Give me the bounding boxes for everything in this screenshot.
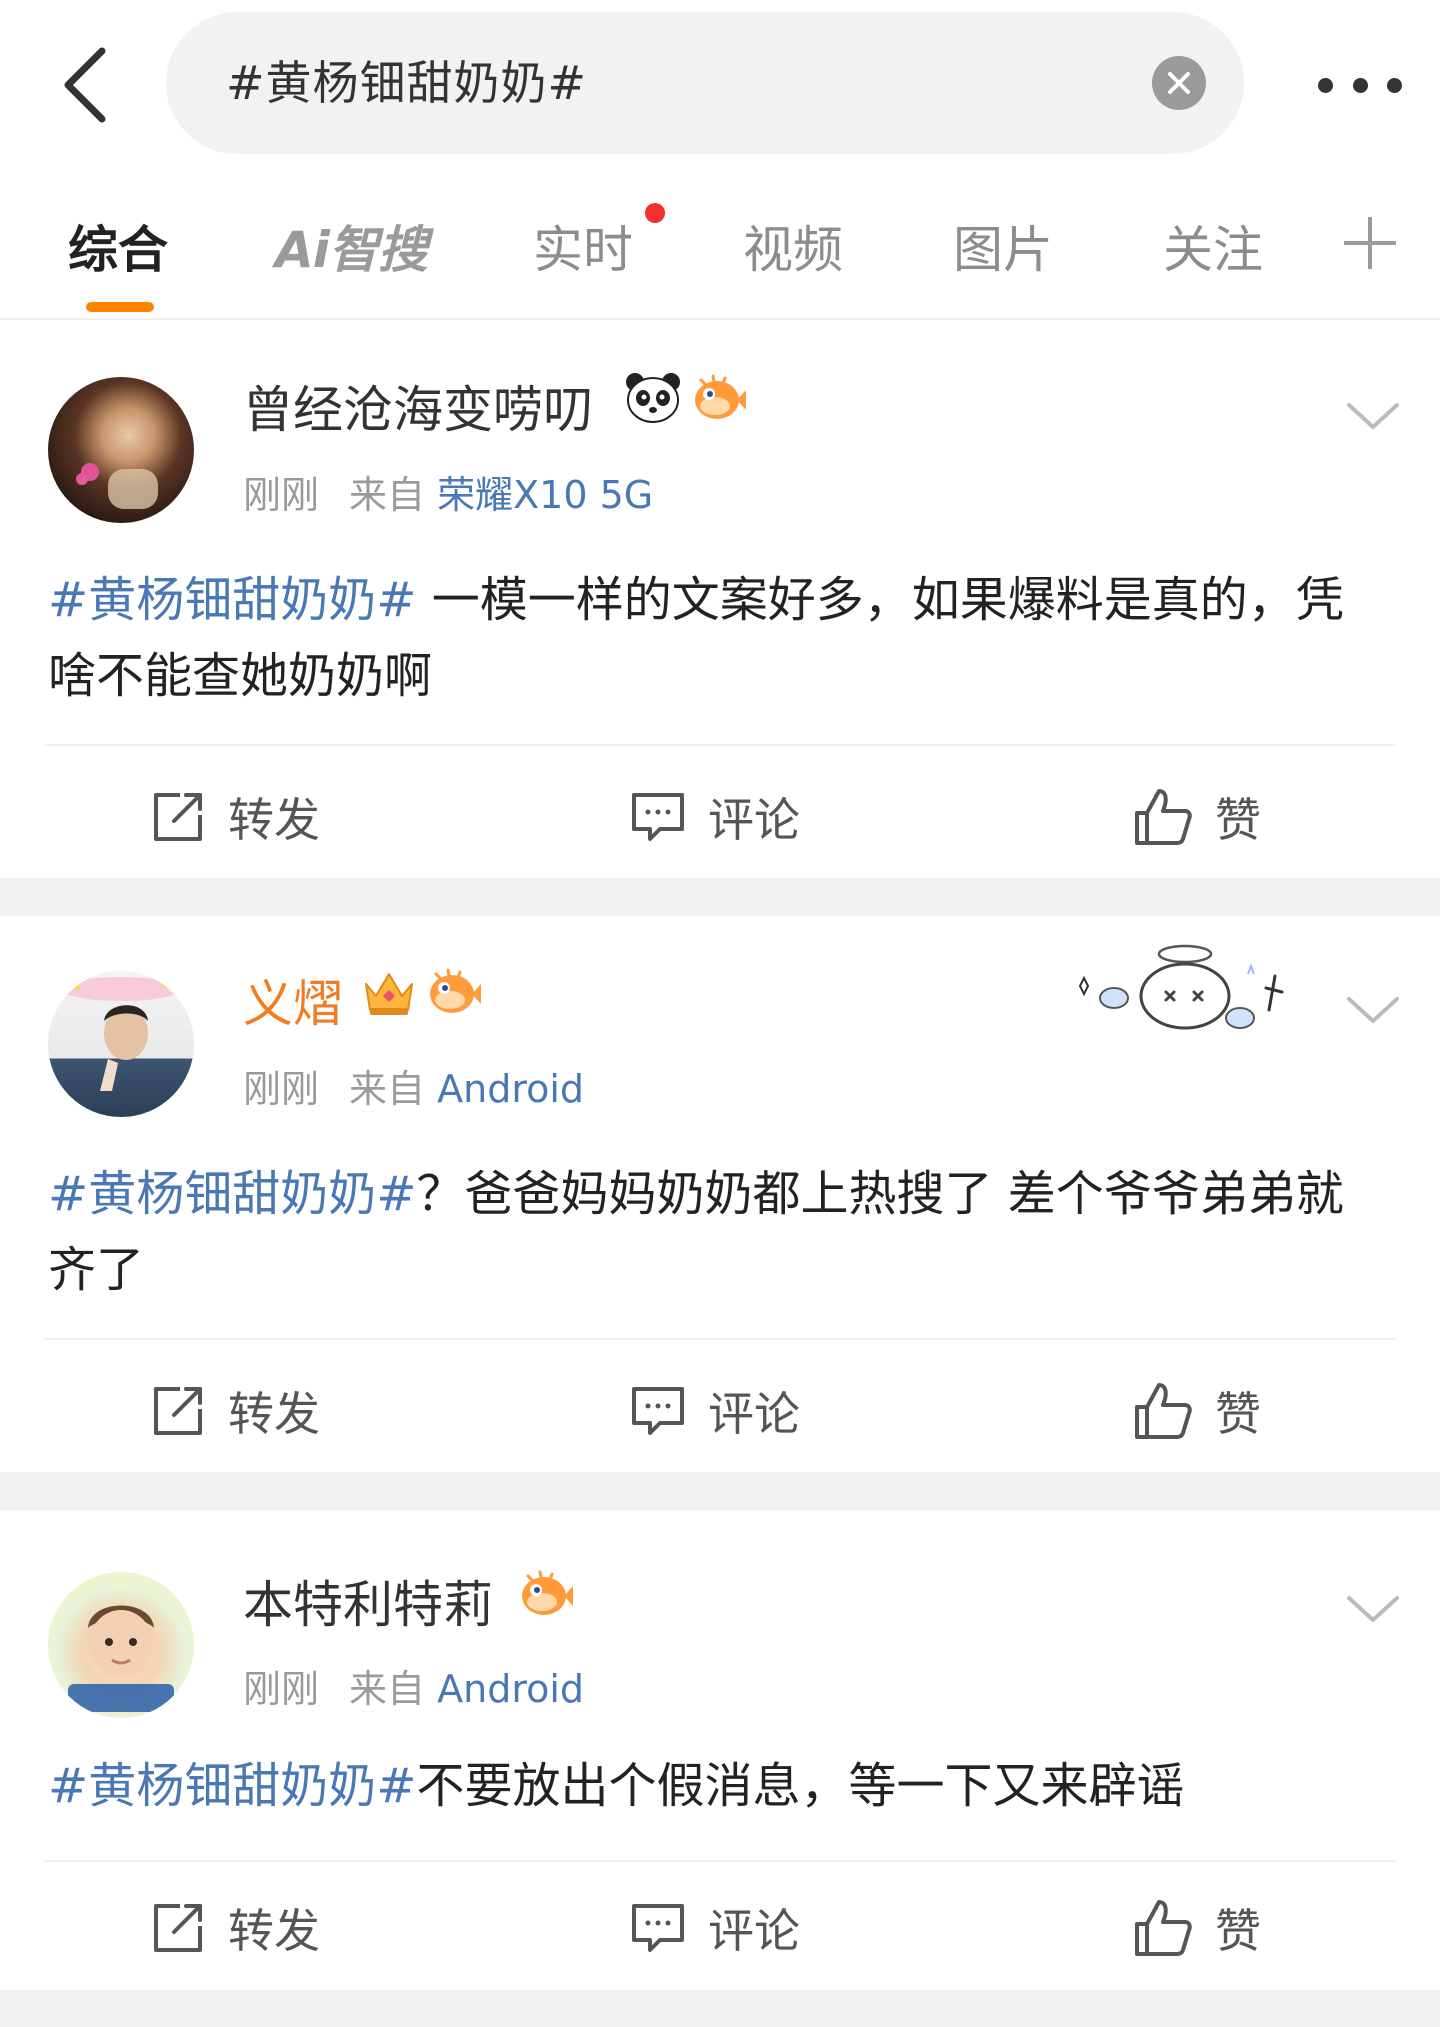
post-content: #黄杨钿甜奶奶#？爸爸妈妈奶奶都上热搜了 差个爷爷弟弟就齐了 <box>48 1156 1378 1308</box>
post-source-label: 来自 <box>349 1067 426 1111</box>
post-separator <box>0 1472 1440 1510</box>
post-text: 不要放出个假消息，等一下又来辟谣 <box>416 1758 1185 1814</box>
divider <box>45 1860 1395 1862</box>
post-meta: 刚刚 来自 Android <box>243 1058 584 1113</box>
post-username[interactable]: 本特利特莉 <box>243 1565 493 1637</box>
tab-images[interactable]: 图片 <box>953 210 1053 290</box>
post-username[interactable]: 曾经沧海变唠叨 <box>243 370 593 442</box>
search-input[interactable]: #黄杨钿甜奶奶# <box>166 12 1244 154</box>
comment-button[interactable]: 评论 <box>630 1371 800 1451</box>
tab-following[interactable]: 关注 <box>1163 210 1263 290</box>
comment-icon <box>632 793 684 841</box>
avatar[interactable] <box>48 971 194 1117</box>
post-source-label: 来自 <box>349 473 426 517</box>
back-button[interactable] <box>45 35 125 135</box>
comment-label: 评论 <box>708 793 800 847</box>
chevron-down-icon[interactable] <box>1345 397 1401 437</box>
repost-icon <box>154 1904 202 1952</box>
tab-realtime[interactable]: 实时 <box>533 210 633 290</box>
avatar[interactable] <box>48 1572 194 1718</box>
chevron-down-icon[interactable] <box>1345 991 1401 1031</box>
pufferfish-icon <box>695 374 746 419</box>
repost-label: 转发 <box>228 1387 320 1441</box>
clear-search-button[interactable] <box>1152 56 1206 110</box>
avatar-portrait-icon <box>68 1605 174 1712</box>
hashtag-link[interactable]: #黄杨钿甜奶奶# <box>48 572 416 628</box>
search-tabs: 综合 Ai智搜 实时 视频 图片 关注 <box>0 185 1440 320</box>
tab-ai-search[interactable]: Ai智搜 <box>275 210 428 290</box>
post-content: #黄杨钿甜奶奶#不要放出个假消息，等一下又来辟谣 <box>48 1748 1378 1824</box>
user-badges <box>625 372 747 424</box>
post-device-link[interactable]: Android <box>437 1667 584 1711</box>
repost-button[interactable]: 转发 <box>150 1371 320 1451</box>
post-card: 本特利特莉 刚刚 来自 Android #黄杨钿甜奶奶#不要放出个假消息，等一下又… <box>0 1510 1440 1990</box>
like-button[interactable]: 赞 <box>1133 1888 1261 1968</box>
post-time: 刚刚 <box>243 473 320 517</box>
more-options-button[interactable] <box>1310 55 1410 115</box>
comment-icon <box>632 1904 684 1952</box>
tab-video[interactable]: 视频 <box>743 210 843 290</box>
close-icon <box>1168 72 1190 94</box>
search-query: #黄杨钿甜奶奶# <box>226 56 588 110</box>
repost-button[interactable]: 转发 <box>150 1888 320 1968</box>
post-card: 义熠 刚刚 来自 Android #黄杨钿甜奶奶#？爸爸妈妈奶奶都上热搜了 差个爷… <box>0 916 1440 1472</box>
post-time: 刚刚 <box>243 1067 320 1111</box>
top-bar: #黄杨钿甜奶奶# <box>0 0 1440 170</box>
user-badges <box>518 1568 574 1620</box>
post-device-link[interactable]: 荣耀X10 5G <box>437 473 653 517</box>
active-tab-indicator <box>86 302 154 312</box>
comment-button[interactable]: 评论 <box>630 777 800 857</box>
hashtag-link[interactable]: #黄杨钿甜奶奶# <box>48 1758 416 1814</box>
comment-label: 评论 <box>708 1904 800 1958</box>
avatar[interactable] <box>48 377 194 523</box>
comment-label: 评论 <box>708 1387 800 1441</box>
avatar-portrait-icon <box>61 977 181 1091</box>
chevron-left-icon <box>64 47 106 123</box>
repost-icon <box>154 1387 202 1435</box>
more-dot-icon <box>1352 77 1368 93</box>
panda-icon <box>626 373 680 423</box>
like-button[interactable]: 赞 <box>1133 1371 1261 1451</box>
post-username[interactable]: 义熠 <box>243 964 343 1036</box>
crown-icon <box>365 973 413 1015</box>
post-device-link[interactable]: Android <box>437 1067 584 1111</box>
user-badges <box>362 966 482 1018</box>
new-notice-dot <box>645 203 665 223</box>
comment-icon <box>632 1387 684 1435</box>
pufferfish-icon <box>430 968 481 1013</box>
post-content: #黄杨钿甜奶奶# 一模一样的文案好多，如果爆料是真的，凭啥不能查她奶奶啊 <box>48 562 1378 714</box>
repost-label: 转发 <box>228 1904 320 1958</box>
divider <box>45 744 1395 746</box>
avatar-portrait-icon <box>76 463 158 509</box>
repost-label: 转发 <box>228 793 320 847</box>
like-label: 赞 <box>1215 1904 1261 1958</box>
post-separator <box>0 1990 1440 2027</box>
thumbs-up-icon <box>1135 789 1192 845</box>
post-source-label: 来自 <box>349 1667 426 1711</box>
comment-button[interactable]: 评论 <box>630 1888 800 1968</box>
repost-button[interactable]: 转发 <box>150 777 320 857</box>
post-meta: 刚刚 来自 Android <box>243 1658 584 1713</box>
thumbs-up-icon <box>1135 1900 1192 1956</box>
chevron-down-icon[interactable] <box>1345 1590 1401 1630</box>
add-tab-plus-icon[interactable] <box>1342 215 1398 271</box>
like-label: 赞 <box>1215 1387 1261 1441</box>
thumbs-up-icon <box>1135 1383 1192 1439</box>
more-dot-icon <box>1387 77 1402 93</box>
like-label: 赞 <box>1215 793 1261 847</box>
post-separator <box>0 878 1440 916</box>
angel-decoration-icon <box>1078 944 1284 1030</box>
more-dot-icon <box>1318 77 1333 93</box>
post-time: 刚刚 <box>243 1667 320 1711</box>
like-button[interactable]: 赞 <box>1133 777 1261 857</box>
post-card: 曾经沧海变唠叨 刚刚 来自 荣耀X10 5G #黄杨钿甜奶奶# 一模一样的文案好多… <box>0 322 1440 878</box>
hashtag-link[interactable]: #黄杨钿甜奶奶# <box>48 1166 416 1222</box>
tab-comprehensive[interactable]: 综合 <box>68 210 168 290</box>
pufferfish-icon <box>522 1570 573 1615</box>
repost-icon <box>154 793 202 841</box>
post-meta: 刚刚 来自 荣耀X10 5G <box>243 464 653 519</box>
divider <box>45 1338 1395 1340</box>
